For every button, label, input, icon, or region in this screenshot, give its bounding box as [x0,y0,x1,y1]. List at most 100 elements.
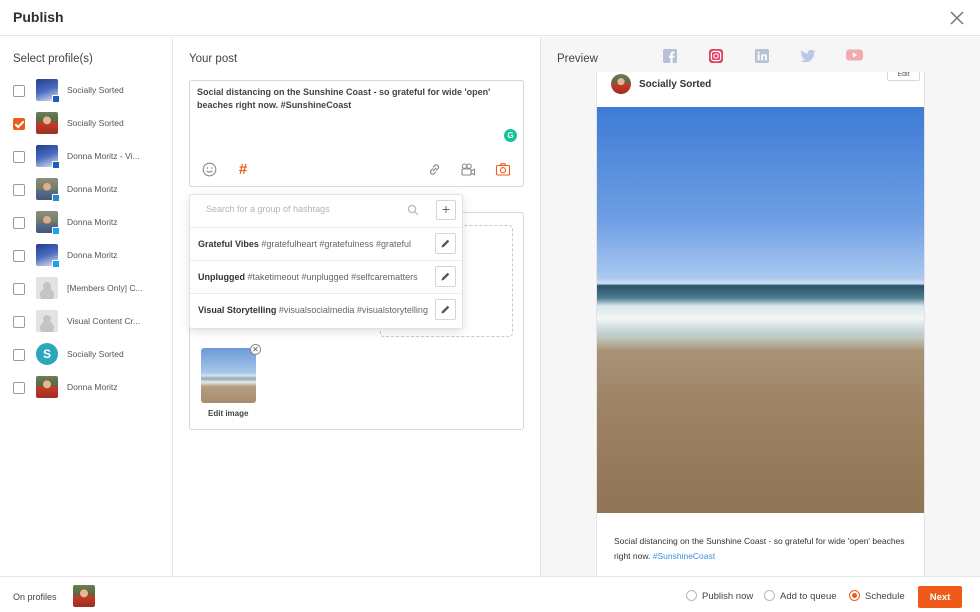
hashtag-group-name: Grateful Vibes [198,239,259,249]
profile-row[interactable]: Socially Sorted [0,75,172,108]
link-icon[interactable] [426,161,442,177]
profile-row[interactable]: Donna Moritz [0,372,172,405]
profile-name: Donna Moritz [67,217,118,227]
edit-hashtag-group-button[interactable] [435,233,456,254]
profile-selector: Select profile(s) Socially Sorted Social… [0,37,173,576]
twitter-icon [800,49,816,63]
profile-name: Donna Moritz - Vi... [67,151,140,161]
avatar [611,74,631,94]
pencil-icon [441,272,450,281]
emoji-icon[interactable] [201,161,217,177]
on-profiles-label: On profiles [13,592,57,602]
preview-caption-hashtag[interactable]: #SunshineCoast [653,551,715,561]
edit-image-link[interactable]: Edit image [208,409,248,418]
radio-label: Publish now [702,591,754,602]
preview-panel: Preview Socially Sorted Edit Social dist… [541,37,980,576]
hashtag-group-text[interactable]: Visual Storytelling #visualsocialmedia #… [198,305,435,315]
profile-name: Donna Moritz [67,184,118,194]
selected-profile-avatar [73,585,95,607]
profile-row[interactable]: Donna Moritz [0,207,172,240]
profile-row[interactable]: S Socially Sorted [0,339,172,372]
profile-row[interactable]: Socially Sorted [0,108,172,141]
profile-name: Donna Moritz [67,250,118,260]
next-button[interactable]: Next [918,586,962,608]
instagram-preview-card: Socially Sorted Edit Social distancing o… [596,72,925,576]
profile-checkbox[interactable] [13,316,25,328]
post-text[interactable]: Social distancing on the Sunshine Coast … [197,86,515,112]
post-textarea[interactable]: Social distancing on the Sunshine Coast … [189,80,524,187]
hashtag-group-row[interactable]: Visual Storytelling #visualsocialmedia #… [190,293,464,326]
instagram-icon [709,49,723,63]
hashtag-group-tags: #taketimeout #unplugged #selfcarematters [247,272,418,282]
search-icon [407,203,419,216]
profile-name: Socially Sorted [67,349,124,359]
profile-checkbox[interactable] [13,151,25,163]
edit-hashtag-group-button[interactable] [435,266,456,287]
profile-checkbox[interactable] [13,283,25,295]
hashtag-search-input[interactable]: Search for a group of hashtags [206,204,330,214]
hashtag-group-text[interactable]: Grateful Vibes #gratefulheart #gratefuln… [198,239,435,249]
preview-caption: Social distancing on the Sunshine Coast … [614,534,914,564]
add-hashtag-group-button[interactable]: + [436,200,456,220]
hashtag-group-tags: #visualsocialmedia #visualstorytelling [278,305,428,315]
youtube-icon [845,49,863,61]
hashtag-group-row[interactable]: Grateful Vibes #gratefulheart #gratefuln… [190,227,464,260]
facebook-icon [663,49,677,63]
radio-dot[interactable] [686,590,697,601]
radio-dot[interactable] [764,590,775,601]
hashtag-group-tags: #gratefulheart #gratefulness #grateful [261,239,411,249]
hashtag-group-name: Unplugged [198,272,245,282]
profile-row[interactable]: [Members Only] C... [0,273,172,306]
page-title: Publish [13,9,64,25]
edit-hashtag-group-button[interactable] [435,299,456,320]
pencil-icon [441,305,450,314]
profile-row[interactable]: Donna Moritz - Vi... [0,141,172,174]
profile-checkbox[interactable] [13,349,25,361]
profile-name: [Members Only] C... [67,283,143,293]
image-thumbnail[interactable] [201,348,256,403]
remove-image-icon[interactable]: ✕ [250,344,261,355]
hashtag-group-text[interactable]: Unplugged #taketimeout #unplugged #selfc… [198,272,435,282]
header: Publish [0,0,980,36]
preview-edit-button[interactable]: Edit [887,72,920,81]
preview-profile-name: Socially Sorted [639,79,712,90]
preview-photo [597,107,924,513]
hashtag-group-name: Visual Storytelling [198,305,277,315]
avatar [36,112,58,134]
avatar [36,310,58,332]
hashtag-popover: Search for a group of hashtags + Gratefu… [189,194,464,329]
post-title: Your post [189,53,238,65]
avatar [36,277,58,299]
video-icon[interactable] [460,161,476,177]
linkedin-badge-icon [52,194,60,202]
avatar: S [36,343,58,365]
profile-checkbox[interactable] [13,184,25,196]
profile-checkbox[interactable] [13,85,25,97]
preview-title: Preview [557,53,598,65]
radio-label: Add to queue [780,591,837,602]
post-editor: Your post Social distancing on the Sunsh… [173,37,541,576]
hashtag-icon[interactable]: # [235,161,251,178]
grammarly-icon[interactable]: G [504,129,517,142]
photo-icon[interactable] [495,161,511,177]
profile-checkbox[interactable] [13,250,25,262]
radio-dot[interactable] [849,590,860,601]
profile-checkbox[interactable] [13,118,25,130]
radio-label: Schedule [865,591,905,602]
twitter-badge-icon [52,227,60,235]
profile-checkbox[interactable] [13,382,25,394]
twitter-badge-icon [52,260,60,268]
profile-row[interactable]: Visual Content Cr... [0,306,172,339]
close-icon[interactable] [948,9,966,27]
hashtag-group-row[interactable]: Unplugged #taketimeout #unplugged #selfc… [190,260,464,293]
profile-checkbox[interactable] [13,217,25,229]
profile-name: Visual Content Cr... [67,316,141,326]
avatar [36,376,58,398]
facebook-badge-icon [52,95,60,103]
profile-row[interactable]: Donna Moritz [0,240,172,273]
profile-name: Socially Sorted [67,85,124,95]
profiles-title: Select profile(s) [13,53,93,65]
linkedin-icon [755,49,769,63]
profile-name: Donna Moritz [67,382,118,392]
profile-row[interactable]: Donna Moritz [0,174,172,207]
